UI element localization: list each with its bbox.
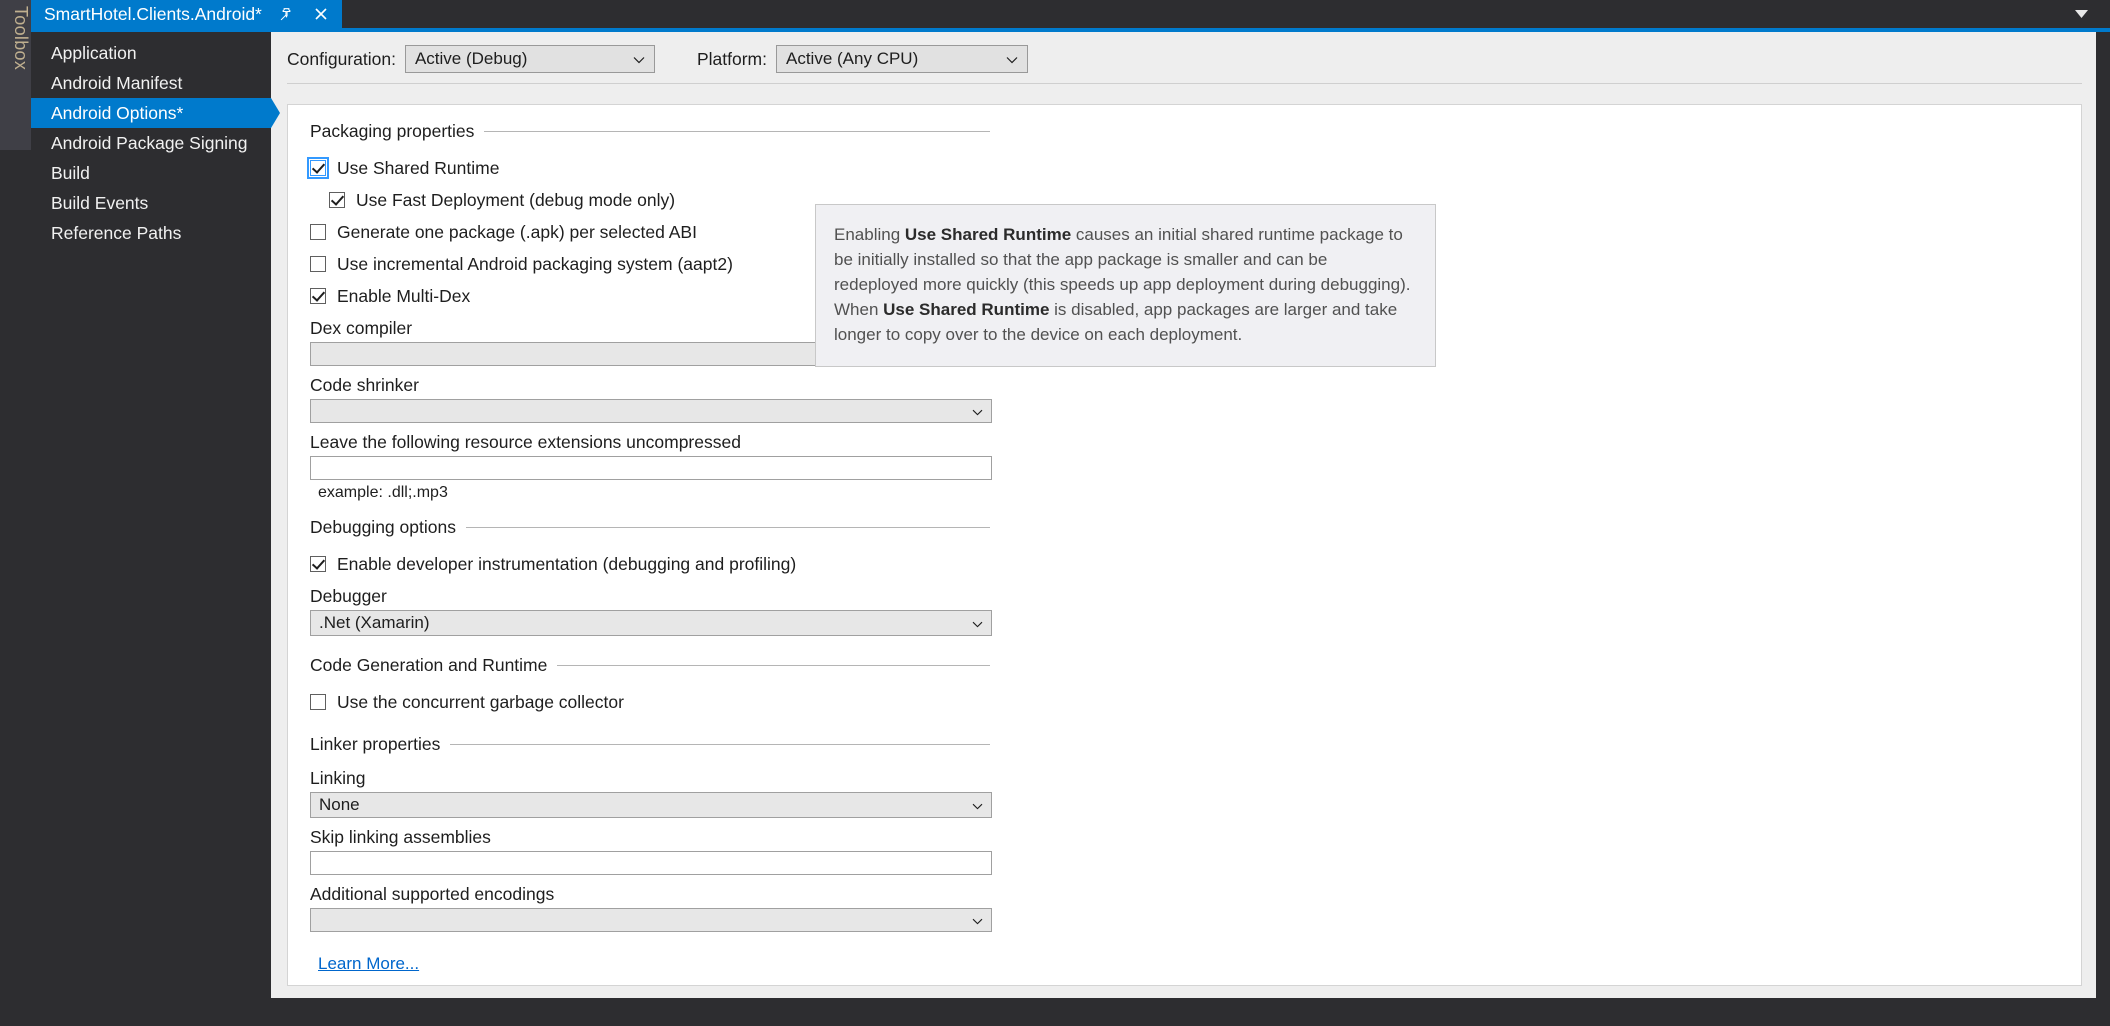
document-tab[interactable]: SmartHotel.Clients.Android*: [31, 0, 342, 28]
group-title: Code Generation and Runtime: [310, 655, 548, 675]
nav-label: Application: [51, 43, 137, 63]
checkbox-icon[interactable]: [307, 157, 329, 179]
debugger-dropdown[interactable]: .Net (Xamarin): [310, 610, 992, 636]
sidebar-item-android-manifest[interactable]: Android Manifest: [31, 68, 271, 98]
label-debugger: Debugger: [310, 586, 387, 606]
settings-nav: Application Android Manifest Android Opt…: [31, 28, 280, 1026]
nav-label: Build Events: [51, 193, 149, 213]
nav-label: Android Package Signing: [51, 133, 248, 153]
platform-label: Platform:: [696, 48, 767, 69]
pin-icon[interactable]: [278, 3, 296, 25]
tabstrip-overflow-chevron-down-icon[interactable]: [2068, 0, 2094, 28]
tabstrip-accent-underline: [31, 28, 2110, 32]
checkbox-enable-developer-instrumentation[interactable]: Enable developer instrumentation (debugg…: [310, 551, 2081, 577]
label-uncompressed-extensions: Leave the following resource extensions …: [310, 432, 741, 452]
sidebar-item-application[interactable]: Application: [31, 38, 271, 68]
configuration-bar: Configuration: Active (Debug) Platform: …: [271, 32, 2096, 73]
bottom-chrome-strip: [0, 1000, 2110, 1026]
sidebar-item-reference-paths[interactable]: Reference Paths: [31, 218, 271, 248]
checkbox-label: Use Fast Deployment (debug mode only): [356, 189, 676, 210]
group-title: Linker properties: [310, 734, 441, 754]
chevron-down-icon: [1006, 49, 1018, 69]
configuration-label: Configuration:: [287, 48, 396, 69]
label-code-shrinker: Code shrinker: [310, 375, 419, 395]
tooltip-text-part1: Enabling: [834, 225, 905, 244]
nav-label: Build: [51, 163, 90, 183]
platform-dropdown[interactable]: Active (Any CPU): [776, 45, 1028, 73]
label-linking: Linking: [310, 768, 366, 788]
toolbox-label: Toolbox: [11, 6, 31, 71]
group-title: Packaging properties: [310, 121, 475, 141]
linking-dropdown[interactable]: None: [310, 792, 992, 818]
uncompressed-extensions-input[interactable]: [310, 456, 992, 480]
skip-linking-assemblies-input[interactable]: [310, 851, 992, 875]
nav-label: Android Options*: [51, 103, 184, 123]
code-shrinker-dropdown[interactable]: [310, 399, 992, 423]
group-code-generation-and-runtime: Code Generation and Runtime: [310, 655, 990, 676]
learn-more-link[interactable]: Learn More...: [318, 954, 419, 974]
group-debugging-options: Debugging options: [310, 517, 990, 538]
tooltip-bold-1: Use Shared Runtime: [904, 225, 1072, 244]
sidebar-item-build-events[interactable]: Build Events: [31, 188, 271, 218]
linking-value: None: [319, 795, 360, 814]
configuration-separator: [287, 83, 2082, 84]
checkbox-icon[interactable]: [310, 256, 326, 272]
configuration-dropdown[interactable]: Active (Debug): [404, 45, 655, 73]
group-rule: [557, 665, 990, 666]
checkbox-icon[interactable]: [310, 288, 326, 304]
tooltip-bold-2: Use Shared Runtime: [883, 299, 1050, 319]
visual-studio-window: Toolbox SmartHotel.Clients.Android* Appl…: [0, 0, 2110, 1026]
chevron-down-icon: [972, 910, 983, 930]
group-linker-properties: Linker properties: [310, 734, 990, 755]
group-rule: [450, 744, 990, 745]
sidebar-item-android-options[interactable]: Android Options*: [31, 98, 280, 128]
platform-value: Active (Any CPU): [786, 49, 919, 68]
checkbox-label: Use incremental Android packaging system…: [337, 253, 733, 274]
sidebar-item-build[interactable]: Build: [31, 158, 271, 188]
document-tab-title: SmartHotel.Clients.Android*: [44, 4, 262, 24]
additional-encodings-dropdown[interactable]: [310, 908, 992, 932]
group-packaging-properties: Packaging properties: [310, 121, 990, 142]
group-rule: [465, 527, 990, 528]
chevron-down-icon: [972, 795, 983, 815]
label-additional-supported-encodings: Additional supported encodings: [310, 884, 555, 904]
checkbox-label: Enable Multi-Dex: [337, 285, 471, 306]
nav-label: Reference Paths: [51, 223, 182, 243]
configuration-value: Active (Debug): [414, 49, 528, 68]
toolbox-strip: Toolbox: [0, 0, 31, 1026]
checkbox-icon[interactable]: [310, 224, 326, 240]
group-title: Debugging options: [310, 517, 456, 537]
group-rule: [484, 131, 990, 132]
checkbox-label: Use Shared Runtime: [337, 157, 500, 178]
chevron-down-icon: [972, 401, 983, 421]
checkbox-use-concurrent-garbage-collector[interactable]: Use the concurrent garbage collector: [310, 689, 2081, 715]
tooltip-use-shared-runtime: Enabling Use Shared Runtime causes an in…: [815, 204, 1436, 367]
debugger-value: .Net (Xamarin): [319, 613, 430, 632]
uncompressed-extensions-hint: example: .dll;.mp3: [318, 484, 448, 501]
right-chrome-strip: [2096, 32, 2110, 1000]
nav-label: Android Manifest: [51, 73, 183, 93]
checkbox-use-shared-runtime[interactable]: Use Shared Runtime: [307, 155, 2081, 181]
checkbox-label: Enable developer instrumentation (debugg…: [337, 553, 797, 574]
checkbox-icon[interactable]: [310, 694, 326, 710]
chevron-down-icon: [972, 613, 983, 633]
properties-pane: Configuration: Active (Debug) Platform: …: [271, 32, 2096, 998]
checkbox-icon[interactable]: [329, 192, 345, 208]
sidebar-item-android-package-signing[interactable]: Android Package Signing: [31, 128, 271, 158]
document-tabstrip: SmartHotel.Clients.Android*: [31, 0, 2110, 28]
checkbox-label: Generate one package (.apk) per selected…: [337, 221, 697, 242]
label-skip-linking-assemblies: Skip linking assemblies: [310, 827, 491, 847]
checkbox-icon[interactable]: [310, 556, 326, 572]
chevron-down-icon: [633, 49, 645, 69]
toolbox-tab[interactable]: Toolbox: [0, 0, 31, 150]
close-icon[interactable]: [312, 3, 330, 25]
checkbox-label: Use the concurrent garbage collector: [337, 691, 624, 712]
